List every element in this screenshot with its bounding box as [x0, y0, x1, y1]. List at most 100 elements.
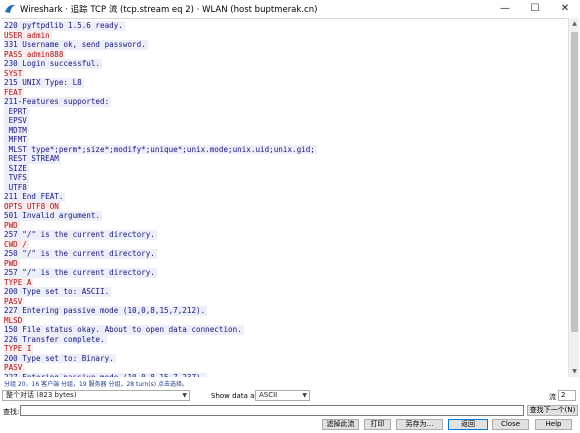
stream-line-row: 211-Features supported:: [4, 97, 564, 107]
stream-label: 流: [549, 393, 556, 401]
stream-line-row: TYPE A: [4, 277, 564, 287]
maximize-button[interactable]: ☐: [520, 0, 550, 17]
client-line: TYPE A: [4, 277, 34, 287]
stream-line-row: TVFS: [4, 173, 564, 183]
stream-line-row: 331 Username ok, send password.: [4, 40, 564, 50]
conversation-select[interactable]: 整个对话 (823 bytes) ▼: [2, 390, 190, 401]
server-line: EPRT: [4, 106, 29, 116]
server-line: 257 "/" is the current directory.: [4, 230, 157, 240]
minimize-button[interactable]: —: [490, 0, 520, 17]
dialog-buttons: 滤掉此流 打印 另存为… 返回 Close Help: [0, 418, 580, 432]
back-button[interactable]: 返回: [448, 419, 488, 430]
print-button[interactable]: 打印: [364, 419, 391, 430]
stream-line-row: PWD: [4, 258, 564, 268]
stream-number-spinbox[interactable]: 2: [558, 390, 576, 401]
stream-line-row: PASS admin888: [4, 49, 564, 59]
stream-line-row: 200 Type set to: Binary.: [4, 353, 564, 363]
stream-line-row: OPTS UTF8 ON: [4, 201, 564, 211]
scroll-up-arrow-icon[interactable]: ▲: [569, 18, 580, 29]
stream-lines: 220 pyftpdlib 1.5.6 ready. USER admin 331 …: [1, 19, 567, 377]
close-window-button[interactable]: ✕: [550, 0, 580, 17]
display-options-row: 整个对话 (823 bytes) ▼ Show data as ASCII ▼ …: [0, 389, 580, 403]
help-button[interactable]: Help: [535, 419, 572, 430]
stream-line-row: 215 UNIX Type: L8: [4, 78, 564, 88]
stream-line-row: REST STREAM: [4, 154, 564, 164]
server-line: 227 Entering passive mode (10,0,8,15,7,2…: [4, 372, 208, 377]
stream-line-row: MDTM: [4, 125, 564, 135]
find-row: 查找: 查找下一个(N): [0, 404, 580, 417]
client-line: PASV: [4, 363, 25, 373]
client-line: PASS admin888: [4, 49, 66, 59]
stream-line-row: PWD: [4, 220, 564, 230]
client-line: CWD /: [4, 239, 29, 249]
stream-status-text: 分组 20，16 客户端 分组，19 服务器 分组，28 turn(s) 点击选…: [4, 381, 189, 388]
server-line: 150 File status okay. About to open data…: [4, 325, 244, 335]
stream-line-row: MLST type*;perm*;size*;modify*;unique*;u…: [4, 144, 564, 154]
server-line: 227 Entering passive mode (10,0,8,15,7,2…: [4, 306, 208, 316]
client-line: PWD: [4, 258, 20, 268]
server-line: 226 Transfer complete.: [4, 334, 107, 344]
stream-line-row: PASV: [4, 296, 564, 306]
server-line: 331 Username ok, send password.: [4, 40, 148, 50]
stream-line-row: 250 "/" is the current directory.: [4, 249, 564, 259]
scroll-thumb[interactable]: [571, 32, 578, 332]
close-button[interactable]: Close: [492, 419, 529, 430]
client-line: MLSD: [4, 315, 25, 325]
stream-line-row: USER admin: [4, 30, 564, 40]
stream-line-row: 220 pyftpdlib 1.5.6 ready.: [4, 21, 564, 31]
server-line: MDTM: [4, 125, 29, 135]
vertical-scrollbar[interactable]: ▲ ▼: [568, 18, 579, 377]
window-controls: — ☐ ✕: [490, 0, 580, 17]
stream-line-row: 227 Entering passive mode (10,0,8,15,7,2…: [4, 372, 564, 377]
stream-line-row: 257 "/" is the current directory.: [4, 268, 564, 278]
stream-line-row: EPRT: [4, 106, 564, 116]
stream-line-row: EPSV: [4, 116, 564, 126]
server-line: UTF8: [4, 182, 29, 192]
wireshark-icon: [4, 3, 16, 15]
server-line: MLST type*;perm*;size*;modify*;unique*;u…: [4, 144, 317, 154]
stream-line-row: 200 Type set to: ASCII.: [4, 287, 564, 297]
client-line: TYPE I: [4, 344, 34, 354]
stream-line-row: 230 Login successful.: [4, 59, 564, 69]
stream-line-row: SIZE: [4, 163, 564, 173]
stream-line-row: 227 Entering passive mode (10,0,8,15,7,2…: [4, 306, 564, 316]
show-data-label: Show data as: [211, 392, 259, 400]
server-line: 230 Login successful.: [4, 59, 103, 69]
stream-line-row: SYST: [4, 68, 564, 78]
conversation-select-value: 整个对话 (823 bytes): [6, 391, 77, 399]
show-data-select[interactable]: ASCII ▼: [255, 390, 310, 401]
server-line: 211 End FEAT.: [4, 192, 66, 202]
window-title: Wireshark · 追踪 TCP 流 (tcp.stream eq 2) ·…: [20, 4, 318, 15]
stream-line-row: 257 "/" is the current directory.: [4, 230, 564, 240]
find-label: 查找:: [3, 408, 20, 416]
client-line: PASV: [4, 296, 25, 306]
server-line: 257 "/" is the current directory.: [4, 268, 157, 278]
server-line: MFMT: [4, 135, 29, 145]
find-input[interactable]: [20, 405, 524, 416]
find-next-button[interactable]: 查找下一个(N): [527, 405, 578, 416]
server-line: TVFS: [4, 173, 29, 183]
stream-line-row: FEAT: [4, 87, 564, 97]
stream-content[interactable]: 220 pyftpdlib 1.5.6 ready. USER admin 331 …: [1, 18, 567, 377]
stream-line-row: MLSD: [4, 315, 564, 325]
server-line: EPSV: [4, 116, 29, 126]
server-line: 211-Features supported:: [4, 97, 112, 107]
stream-line-row: UTF8: [4, 182, 564, 192]
stream-line-row: 226 Transfer complete.: [4, 334, 564, 344]
stream-line-row: CWD /: [4, 239, 564, 249]
server-line: 250 "/" is the current directory.: [4, 249, 157, 259]
client-line: SYST: [4, 68, 25, 78]
client-line: FEAT: [4, 87, 25, 97]
server-line: SIZE: [4, 163, 29, 173]
client-line: USER admin: [4, 30, 52, 40]
chevron-down-icon: ▼: [302, 392, 307, 399]
client-line: PWD: [4, 220, 20, 230]
filter-out-stream-button[interactable]: 滤掉此流: [322, 419, 359, 430]
stream-line-row: 501 Invalid argument.: [4, 211, 564, 221]
scroll-down-arrow-icon[interactable]: ▼: [569, 366, 580, 377]
server-line: 220 pyftpdlib 1.5.6 ready.: [4, 21, 125, 31]
server-line: 200 Type set to: Binary.: [4, 353, 116, 363]
save-as-button[interactable]: 另存为…: [396, 419, 443, 430]
stream-line-row: 150 File status okay. About to open data…: [4, 325, 564, 335]
stream-line-row: TYPE I: [4, 344, 564, 354]
